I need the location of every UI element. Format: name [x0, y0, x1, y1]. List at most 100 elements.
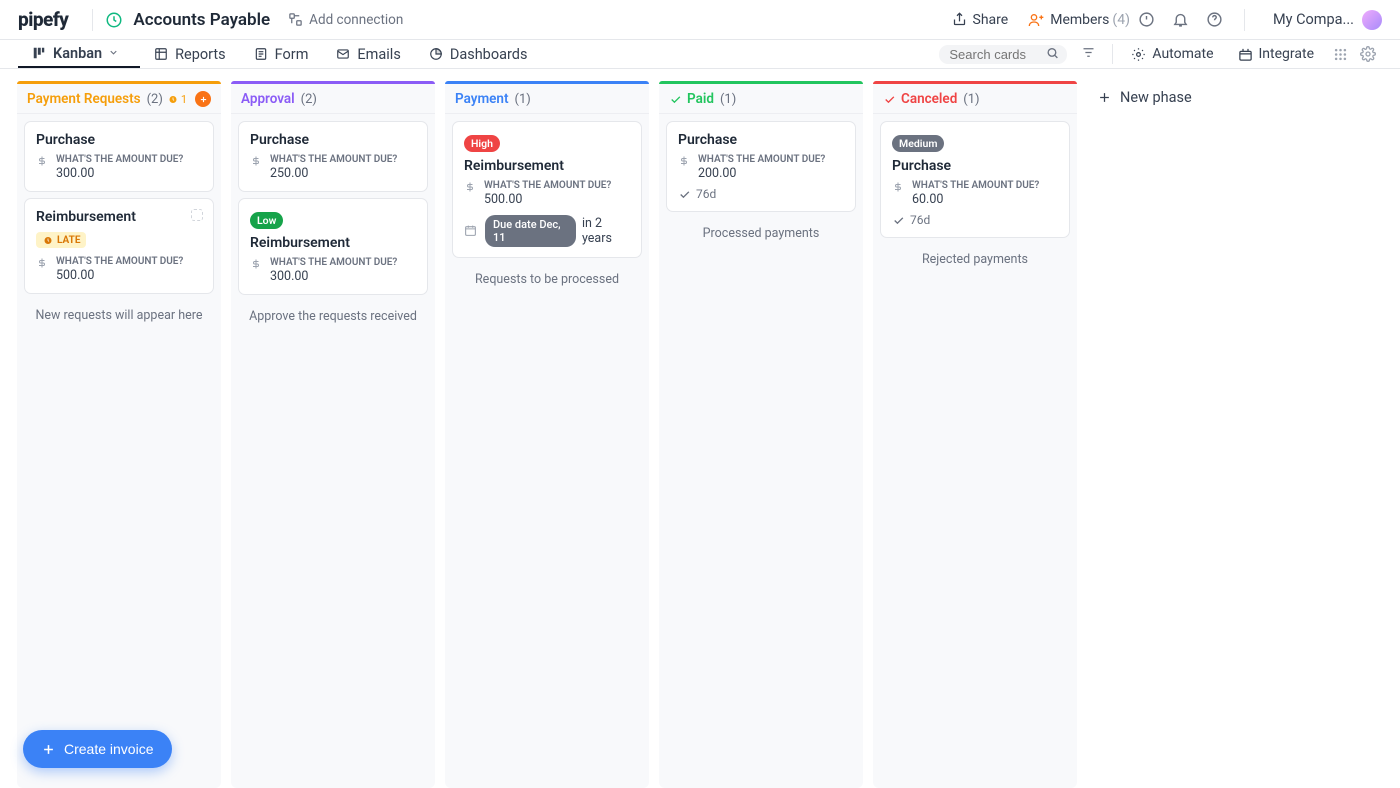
add-card-button[interactable] — [195, 91, 211, 107]
phase-footer: Rejected payments — [880, 244, 1070, 275]
tab-dashboards[interactable]: Dashboards — [415, 40, 542, 68]
phase-header[interactable]: Approval(2) — [231, 84, 435, 114]
card-title: Purchase — [678, 132, 844, 148]
share-label: Share — [973, 12, 1009, 28]
dollar-icon — [36, 154, 50, 167]
phase-header[interactable]: Canceled(1) — [873, 84, 1077, 114]
card-title: Reimbursement — [250, 235, 416, 251]
amount-field: WHAT'S THE AMOUNT DUE?500.00 — [36, 256, 202, 283]
dollar-icon — [36, 256, 50, 269]
due-date-row: Due date Dec, 11in 2 years — [464, 215, 630, 247]
done-row: 76d — [892, 213, 1058, 227]
kanban-board: Payment Requests(2)1PurchaseWHAT'S THE A… — [0, 69, 1400, 788]
calendar-icon — [464, 222, 477, 241]
card[interactable]: ReimbursementLATEWHAT'S THE AMOUNT DUE?5… — [24, 198, 214, 294]
phase-body: Purchase WHAT'S THE AMOUNT DUE?200.00 76dP… — [659, 114, 863, 788]
tab-form-label: Form — [275, 46, 309, 63]
field-label: WHAT'S THE AMOUNT DUE? — [484, 180, 611, 191]
check-icon — [669, 93, 682, 106]
phase-header[interactable]: Payment (1) — [445, 84, 649, 114]
whats-new-icon[interactable] — [1130, 3, 1164, 37]
members-count: (4) — [1112, 12, 1130, 28]
main-header: pipefy Accounts Payable Add connection S… — [0, 0, 1400, 40]
phase-header[interactable]: Payment Requests(2)1 — [17, 84, 221, 114]
phase-count: (1) — [963, 92, 979, 107]
phase-footer: Approve the requests received — [238, 301, 428, 332]
phase-column: Paid(1) Purchase WHAT'S THE AMOUNT DUE?200… — [659, 81, 863, 788]
tab-emails-label: Emails — [357, 46, 400, 63]
settings-icon[interactable] — [1354, 46, 1382, 62]
filter-button[interactable] — [1081, 45, 1096, 64]
apps-icon[interactable] — [1326, 47, 1354, 62]
dollar-icon — [250, 257, 264, 270]
phase-header[interactable]: Paid(1) — [659, 84, 863, 114]
done-row: 76d — [678, 187, 844, 201]
tab-reports[interactable]: Reports — [140, 40, 240, 68]
check-icon — [883, 93, 896, 106]
priority-badge: Medium — [892, 135, 944, 152]
phase-column: Canceled(1) MediumPurchaseWHAT'S THE AMOU… — [873, 81, 1077, 788]
field-label: WHAT'S THE AMOUNT DUE? — [698, 154, 825, 165]
assignee-slot[interactable] — [191, 209, 203, 221]
priority-badge: High — [464, 135, 500, 152]
share-button[interactable]: Share — [952, 12, 1009, 28]
automate-button[interactable]: Automate — [1131, 46, 1213, 62]
brand-logo[interactable]: pipefy — [18, 8, 68, 31]
due-extra: in 2 years — [582, 216, 630, 246]
dollar-icon — [892, 180, 906, 193]
card[interactable]: Purchase WHAT'S THE AMOUNT DUE?200.00 76d — [666, 121, 856, 212]
field-value: 300.00 — [270, 269, 397, 284]
pipe-title: Accounts Payable — [133, 10, 270, 30]
user-avatar[interactable] — [1362, 10, 1382, 30]
integrate-label: Integrate — [1259, 46, 1315, 62]
new-phase-button[interactable]: New phase — [1087, 81, 1202, 114]
company-name[interactable]: My Compa... — [1273, 11, 1354, 28]
tab-kanban-label: Kanban — [53, 45, 102, 62]
priority-badge: Low — [250, 212, 283, 229]
add-connection-button[interactable]: Add connection — [288, 12, 403, 28]
tab-kanban[interactable]: Kanban — [18, 40, 140, 68]
card[interactable]: PurchaseWHAT'S THE AMOUNT DUE?250.00 — [238, 121, 428, 192]
field-value: 500.00 — [56, 268, 183, 283]
phase-footer: New requests will appear here — [24, 300, 214, 331]
amount-field: WHAT'S THE AMOUNT DUE?300.00 — [36, 154, 202, 181]
card[interactable]: Purchase WHAT'S THE AMOUNT DUE?300.00 — [24, 121, 214, 192]
late-indicator[interactable]: 1 — [167, 93, 187, 106]
chevron-down-icon — [108, 45, 126, 62]
card[interactable]: MediumPurchaseWHAT'S THE AMOUNT DUE?60.0… — [880, 121, 1070, 238]
create-invoice-button[interactable]: Create invoice — [23, 730, 172, 768]
notifications-icon[interactable] — [1164, 3, 1198, 37]
divider — [92, 9, 93, 31]
tab-form[interactable]: Form — [240, 40, 323, 68]
phase-column: Payment (1) HighReimbursementWHAT'S THE AM… — [445, 81, 649, 788]
phase-title: Payment — [455, 91, 509, 107]
integrate-button[interactable]: Integrate — [1238, 46, 1315, 62]
phase-count: (2) — [147, 92, 163, 107]
field-label: WHAT'S THE AMOUNT DUE? — [912, 180, 1039, 191]
late-badge: LATE — [36, 232, 86, 248]
phase-body: HighReimbursementWHAT'S THE AMOUNT DUE?5… — [445, 114, 649, 788]
card[interactable]: HighReimbursementWHAT'S THE AMOUNT DUE?5… — [452, 121, 642, 258]
tab-emails[interactable]: Emails — [322, 40, 414, 68]
amount-field: WHAT'S THE AMOUNT DUE?200.00 — [678, 154, 844, 181]
new-phase-label: New phase — [1120, 89, 1192, 106]
members-label: Members — [1050, 12, 1109, 28]
phase-title: Paid — [687, 91, 714, 107]
phase-footer: Requests to be processed — [452, 264, 642, 295]
phase-count: (1) — [515, 92, 531, 107]
card-title: Purchase — [36, 132, 202, 148]
phase-column: Approval(2)PurchaseWHAT'S THE AMOUNT DUE… — [231, 81, 435, 788]
dollar-icon — [250, 154, 264, 167]
members-button[interactable]: Members (4) — [1028, 12, 1130, 28]
field-label: WHAT'S THE AMOUNT DUE? — [270, 154, 397, 165]
divider — [1112, 44, 1113, 64]
search-icon — [1046, 45, 1059, 64]
field-value: 250.00 — [270, 166, 397, 181]
search-box[interactable] — [939, 44, 1067, 64]
tab-dashboards-label: Dashboards — [450, 46, 528, 63]
phase-title: Approval — [241, 91, 295, 107]
card[interactable]: LowReimbursementWHAT'S THE AMOUNT DUE?30… — [238, 198, 428, 295]
help-icon[interactable] — [1198, 3, 1232, 37]
field-value: 60.00 — [912, 192, 1039, 207]
phase-body: PurchaseWHAT'S THE AMOUNT DUE?250.00 Low R… — [231, 114, 435, 788]
